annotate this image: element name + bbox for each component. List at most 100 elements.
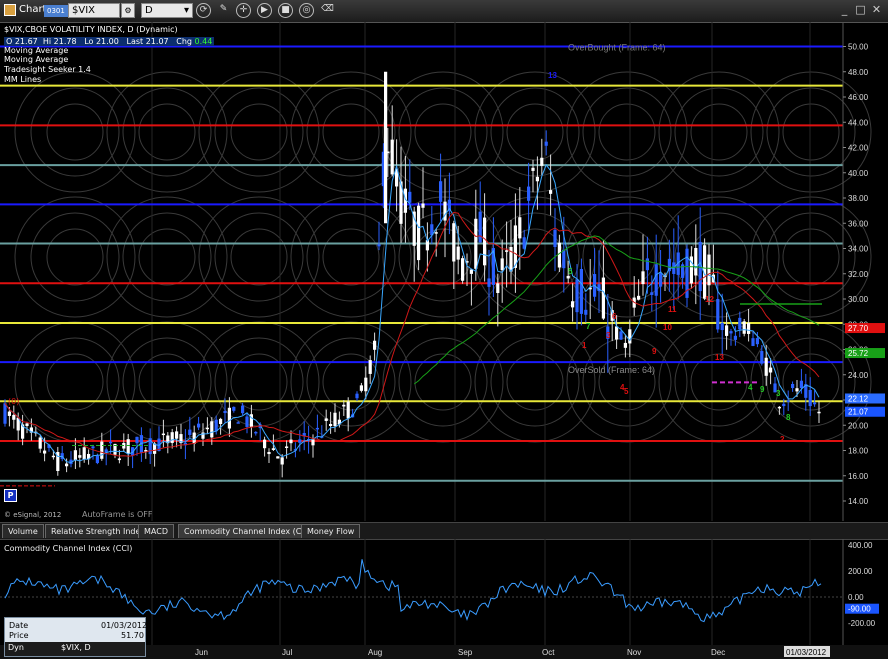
candle-body — [601, 277, 605, 319]
candle-body — [197, 423, 201, 428]
candle-body — [729, 331, 733, 334]
candle-body — [117, 458, 121, 461]
background-circle — [106, 196, 228, 318]
candle-body — [716, 298, 720, 330]
eraser-icon[interactable]: ⌫ — [320, 3, 335, 18]
candle-body — [619, 331, 623, 340]
candle-body — [342, 404, 346, 407]
chevron-down-icon: ▾ — [183, 5, 189, 16]
candle-body — [412, 211, 416, 246]
candle-body — [434, 232, 438, 234]
seeker-count-label: 11 — [668, 305, 677, 314]
link-badge[interactable]: 0301 — [44, 5, 68, 17]
price-chart[interactable]: OverBought (Frame: 64) OverSold (Frame: 6… — [0, 22, 888, 521]
candle-body — [109, 441, 113, 444]
candle-body — [390, 139, 394, 175]
background-circle — [490, 87, 580, 177]
date-axis-label: Sep — [458, 648, 473, 657]
cci-axis-label: 400.00 — [848, 541, 873, 550]
candle-body — [271, 448, 275, 450]
candle-body — [311, 439, 315, 446]
seeker-count-label: 9 — [652, 347, 657, 356]
minimize-icon[interactable]: _ — [838, 3, 851, 16]
price-axis-label: 42.00 — [848, 144, 869, 153]
candle-body — [373, 340, 377, 350]
background-circle — [382, 321, 504, 443]
candle-body — [95, 455, 99, 464]
background-circle — [30, 212, 120, 302]
reload-icon[interactable]: ⟳ — [196, 3, 211, 18]
background-circle — [306, 212, 396, 302]
background-circle — [658, 71, 780, 193]
tab-volume[interactable]: Volume — [2, 524, 44, 538]
background-circle — [198, 196, 320, 318]
candle-body — [276, 456, 280, 459]
symbol-input[interactable]: $VIX — [68, 3, 120, 18]
candle-body — [575, 279, 579, 313]
price-axis-label: 44.00 — [848, 118, 869, 127]
candle-body — [562, 249, 566, 269]
background-circle — [474, 321, 596, 443]
candle-body — [764, 357, 768, 376]
candle-body — [315, 427, 319, 430]
price-axis-label: 36.00 — [848, 219, 869, 228]
background-circle — [766, 212, 856, 302]
candle-body — [654, 264, 658, 296]
data-window: Date 01/03/2012 Price 51.70 $VIX, D Dyn — [4, 617, 147, 657]
candle-body — [553, 229, 557, 248]
background-circle — [106, 71, 228, 193]
candle-body — [65, 463, 69, 467]
background-circle — [414, 103, 472, 161]
crosshair-icon[interactable]: ✛ — [236, 3, 251, 18]
restore-icon[interactable]: □ — [854, 3, 867, 16]
candle-body — [760, 351, 764, 364]
candle-body — [7, 411, 11, 416]
cci-value-tag-label: -90.00 — [848, 605, 871, 614]
candle-body — [368, 360, 372, 374]
candle-body — [73, 450, 77, 461]
candle-body — [254, 431, 258, 434]
candle-body — [100, 441, 104, 459]
stop-icon[interactable]: ■ — [278, 3, 293, 18]
tab-macd[interactable]: MACD — [138, 524, 174, 538]
candle-body — [795, 388, 799, 392]
interval-input[interactable]: D ▾ — [141, 3, 193, 18]
tab-cci[interactable]: Commodity Channel Index (CCI) — [178, 524, 319, 538]
pencil-icon[interactable]: ✎ — [216, 3, 231, 18]
close-icon[interactable]: ✕ — [870, 3, 883, 16]
candle-body — [478, 211, 482, 243]
candle-body — [43, 450, 47, 454]
candle-body — [549, 190, 553, 194]
cci-axis-label: -200.00 — [848, 619, 876, 628]
overbought-label: OverBought (Frame: 64) — [568, 43, 666, 53]
candle-body — [791, 383, 795, 389]
candle-body — [384, 71, 388, 224]
p-icon[interactable]: P — [4, 489, 17, 502]
background-circle — [230, 103, 288, 161]
symbol-settings-icon[interactable]: ⚙ — [121, 3, 135, 18]
title-bar: Chart 0301 $VIX ⚙ D ▾ ⟳ ✎ ✛ ▶ ■ ◎ ⌫ _ □ ✕ — [0, 0, 888, 23]
price-tag-label: 22.12 — [848, 394, 869, 403]
data-window-price: 51.70 — [121, 631, 144, 640]
candle-body — [329, 423, 333, 427]
candle-body — [135, 436, 139, 444]
date-axis-label: Dec — [711, 648, 725, 657]
background-circle — [674, 337, 764, 427]
candle-body — [201, 432, 205, 439]
background-circle — [122, 337, 212, 427]
tab-rsi[interactable]: Relative Strength Index — [45, 524, 151, 538]
candle-body — [298, 439, 302, 443]
candle-body — [557, 242, 561, 268]
candle-body — [747, 322, 751, 334]
play-icon[interactable]: ▶ — [257, 3, 272, 18]
seeker-count-label: 13 — [548, 71, 557, 80]
target-icon[interactable]: ◎ — [299, 3, 314, 18]
background-circle — [198, 71, 320, 193]
background-circle — [14, 71, 136, 193]
seeker-count-label: 4 — [748, 383, 753, 392]
tab-money-flow[interactable]: Money Flow — [301, 524, 361, 538]
study-legend-seeker: Tradesight Seeker 1.4 — [4, 65, 91, 74]
date-axis-label: Aug — [368, 648, 382, 657]
candle-body — [219, 418, 223, 424]
candle-body — [214, 419, 218, 432]
